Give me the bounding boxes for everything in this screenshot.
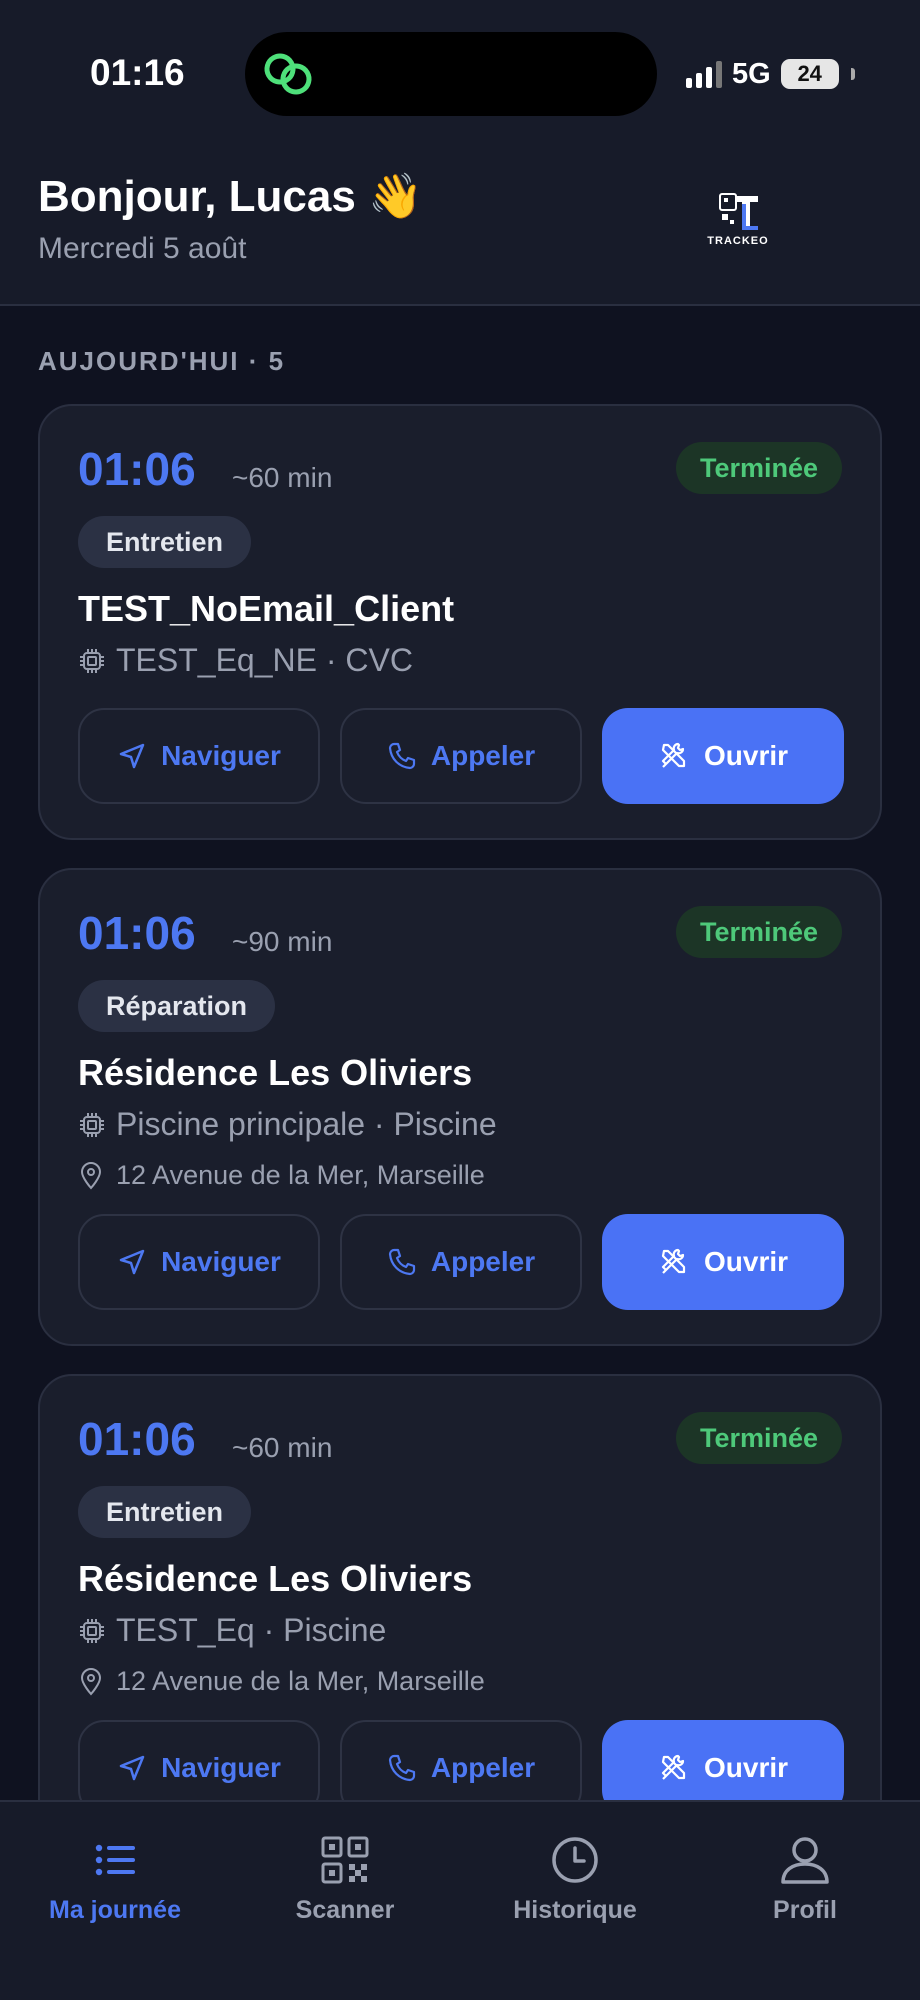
- navigate-label: Naviguer: [161, 740, 281, 771]
- open-label: Ouvrir: [703, 1246, 789, 1277]
- intervention-time: 01:06: [78, 443, 196, 495]
- open-button[interactable]: Ouvrir: [602, 1214, 844, 1310]
- nav-label: Historique: [513, 1896, 637, 1924]
- open-label: Ouvrir: [703, 1752, 789, 1783]
- client-name: Résidence Les Oliviers: [78, 1052, 473, 1093]
- date-subtitle: Mercredi 5 août: [38, 232, 247, 265]
- call-label: Appeler: [430, 740, 536, 771]
- intervention-card[interactable]: 01:06 ~90 min Terminée Réparation Réside…: [38, 868, 882, 1346]
- battery-icon: 24: [780, 59, 839, 89]
- battery-tip: [850, 68, 855, 80]
- intervention-type-tag: Entretien: [78, 1486, 252, 1538]
- location-pin-icon: [80, 1667, 102, 1695]
- navigate-label: Naviguer: [161, 1246, 281, 1277]
- call-label: Appeler: [430, 1752, 536, 1783]
- trackeo-logo: TRACKEO: [707, 193, 768, 247]
- intervention-time: 01:06: [78, 907, 196, 959]
- equipment-label: TEST_Eq · Piscine: [116, 1612, 387, 1648]
- section-title: AUJOURD'HUI · 5: [38, 346, 286, 376]
- list-icon: [95, 1844, 135, 1876]
- location-pin-icon: [80, 1161, 102, 1189]
- bottom-nav: Ma journée Scanner Historique Profil: [0, 1800, 920, 2000]
- chip-icon: [80, 1618, 104, 1643]
- status-time: 01:16: [90, 52, 185, 93]
- equipment-row: Piscine principale · Piscine: [78, 1106, 497, 1143]
- intervention-card[interactable]: 01:06 ~60 min Terminée Entretien TEST_No…: [38, 404, 882, 840]
- card-actions: Naviguer Appeler Ouvrir: [78, 708, 844, 804]
- nav-label: Profil: [773, 1896, 837, 1924]
- phone-icon: [388, 1248, 415, 1276]
- header: Bonjour, Lucas 👋 Mercredi 5 août TRACKEO: [0, 150, 920, 306]
- navigate-label: Naviguer: [161, 1752, 281, 1783]
- nav-item-scanner[interactable]: Scanner: [230, 1832, 460, 1925]
- status-badge: Terminée: [675, 442, 842, 494]
- tools-icon: [661, 1754, 686, 1780]
- call-button[interactable]: Appeler: [340, 708, 582, 804]
- tools-icon: [661, 1248, 686, 1274]
- intervention-time: 01:06: [78, 1413, 196, 1465]
- card-actions: Naviguer Appeler Ouvrir: [78, 1214, 844, 1310]
- address-label: 12 Avenue de la Mer, Marseille: [116, 1160, 485, 1190]
- equipment-label: Piscine principale · Piscine: [116, 1106, 497, 1142]
- status-badge: Terminée: [675, 1412, 842, 1464]
- equipment-label: TEST_Eq_NE · CVC: [116, 642, 413, 678]
- navigation-arrow-icon: [119, 1249, 145, 1275]
- address-row: 12 Avenue de la Mer, Marseille: [78, 1666, 485, 1697]
- phone-icon: [388, 1754, 415, 1782]
- intervention-duration: ~60 min: [232, 462, 333, 493]
- call-button[interactable]: Appeler: [340, 1214, 582, 1310]
- phone-icon: [388, 742, 415, 770]
- open-label: Ouvrir: [703, 740, 789, 771]
- client-name: Résidence Les Oliviers: [78, 1558, 473, 1599]
- navigation-arrow-icon: [119, 743, 145, 769]
- dynamic-island: [245, 32, 657, 116]
- clock-icon: [552, 1837, 598, 1883]
- status-bar: 01:16 5G 24: [0, 0, 920, 150]
- open-button[interactable]: Ouvrir: [602, 708, 844, 804]
- intervention-card[interactable]: 01:06 ~60 min Terminée Entretien Résiden…: [38, 1374, 882, 1852]
- navigate-button[interactable]: Naviguer: [78, 1214, 320, 1310]
- intervention-type-tag: Réparation: [78, 980, 276, 1032]
- status-badge: Terminée: [675, 906, 842, 958]
- nav-item-historique[interactable]: Historique: [460, 1832, 690, 1925]
- intervention-duration: ~90 min: [232, 926, 333, 957]
- signal-icon: [686, 60, 722, 88]
- battery-level: 24: [797, 61, 822, 86]
- nav-item-ma-journee[interactable]: Ma journée: [0, 1832, 230, 1925]
- chip-icon: [80, 1112, 104, 1137]
- logo-text: TRACKEO: [707, 235, 768, 247]
- greeting-title: Bonjour, Lucas 👋: [38, 172, 423, 221]
- intervention-type-tag: Entretien: [78, 516, 252, 568]
- link-icon: [264, 53, 312, 95]
- status-indicators: 5G 24: [686, 56, 855, 92]
- address-label: 12 Avenue de la Mer, Marseille: [116, 1666, 485, 1696]
- user-icon: [781, 1837, 829, 1884]
- chip-icon: [80, 648, 104, 673]
- equipment-row: TEST_Eq · Piscine: [78, 1612, 386, 1649]
- call-label: Appeler: [430, 1246, 536, 1277]
- equipment-row: TEST_Eq_NE · CVC: [78, 642, 413, 679]
- address-row: 12 Avenue de la Mer, Marseille: [78, 1160, 485, 1191]
- nav-item-profil[interactable]: Profil: [690, 1832, 920, 1925]
- tools-icon: [661, 742, 686, 768]
- network-label: 5G: [732, 57, 771, 90]
- client-name: TEST_NoEmail_Client: [78, 588, 455, 629]
- qr-code-icon: [321, 1836, 369, 1884]
- nav-label: Scanner: [295, 1896, 395, 1924]
- navigate-button[interactable]: Naviguer: [78, 708, 320, 804]
- nav-label: Ma journée: [49, 1896, 181, 1924]
- intervention-duration: ~60 min: [232, 1432, 333, 1463]
- navigation-arrow-icon: [119, 1755, 145, 1781]
